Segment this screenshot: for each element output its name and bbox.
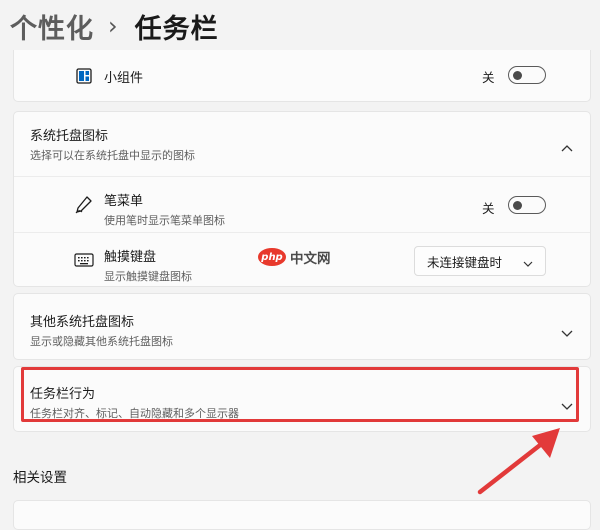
system-tray-subtitle: 选择可以在系统托盘中显示的图标 [30, 149, 195, 162]
touch-keyboard-subtitle: 显示触摸键盘图标 [104, 270, 192, 283]
widgets-toggle[interactable] [508, 66, 546, 84]
page-title: 任务栏 [134, 13, 219, 45]
touch-keyboard-dropdown-value: 未连接键盘时 [427, 254, 503, 270]
pen-menu-state: 关 [482, 201, 495, 216]
other-tray-icons-title: 其他系统托盘图标 [30, 315, 135, 330]
breadcrumb-parent[interactable]: 个性化 [10, 7, 94, 46]
widgets-icon [76, 68, 92, 88]
widgets-label: 小组件 [104, 71, 144, 86]
breadcrumb: 个性化 › 任务栏 [10, 6, 219, 46]
widgets-state: 关 [482, 70, 495, 85]
related-settings-card-partial[interactable] [13, 500, 591, 530]
other-tray-icons-subtitle: 显示或隐藏其他系统托盘图标 [30, 335, 173, 348]
chevron-down-icon[interactable] [561, 323, 573, 342]
system-tray-header[interactable]: 系统托盘图标 选择可以在系统托盘中显示的图标 [14, 112, 590, 176]
annotation-arrow [477, 428, 560, 495]
annotation-highlight-box [21, 367, 579, 422]
widgets-card: 小组件 关 [13, 50, 591, 102]
system-tray-title: 系统托盘图标 [30, 129, 109, 144]
other-tray-icons-card[interactable]: 其他系统托盘图标 显示或隐藏其他系统托盘图标 [13, 293, 591, 360]
watermark-logo: php 中文网 [258, 247, 331, 267]
watermark-php-badge: php [258, 248, 286, 266]
pen-menu-subtitle: 使用笔时显示笔菜单图标 [104, 214, 225, 227]
widgets-row: 小组件 关 [14, 50, 590, 102]
pen-menu-row: 笔菜单 使用笔时显示笔菜单图标 关 [14, 176, 590, 232]
chevron-up-icon[interactable] [561, 137, 573, 156]
pen-icon [74, 195, 94, 219]
watermark-text: 中文网 [290, 251, 331, 267]
pen-menu-title: 笔菜单 [104, 194, 144, 209]
touch-keyboard-dropdown[interactable]: 未连接键盘时 [414, 246, 546, 276]
pen-menu-toggle[interactable] [508, 196, 546, 214]
chevron-down-icon [523, 256, 533, 271]
related-settings-heading: 相关设置 [13, 470, 67, 486]
touch-keyboard-title: 触摸键盘 [104, 250, 157, 265]
keyboard-icon [74, 252, 94, 272]
breadcrumb-separator: › [108, 12, 119, 40]
